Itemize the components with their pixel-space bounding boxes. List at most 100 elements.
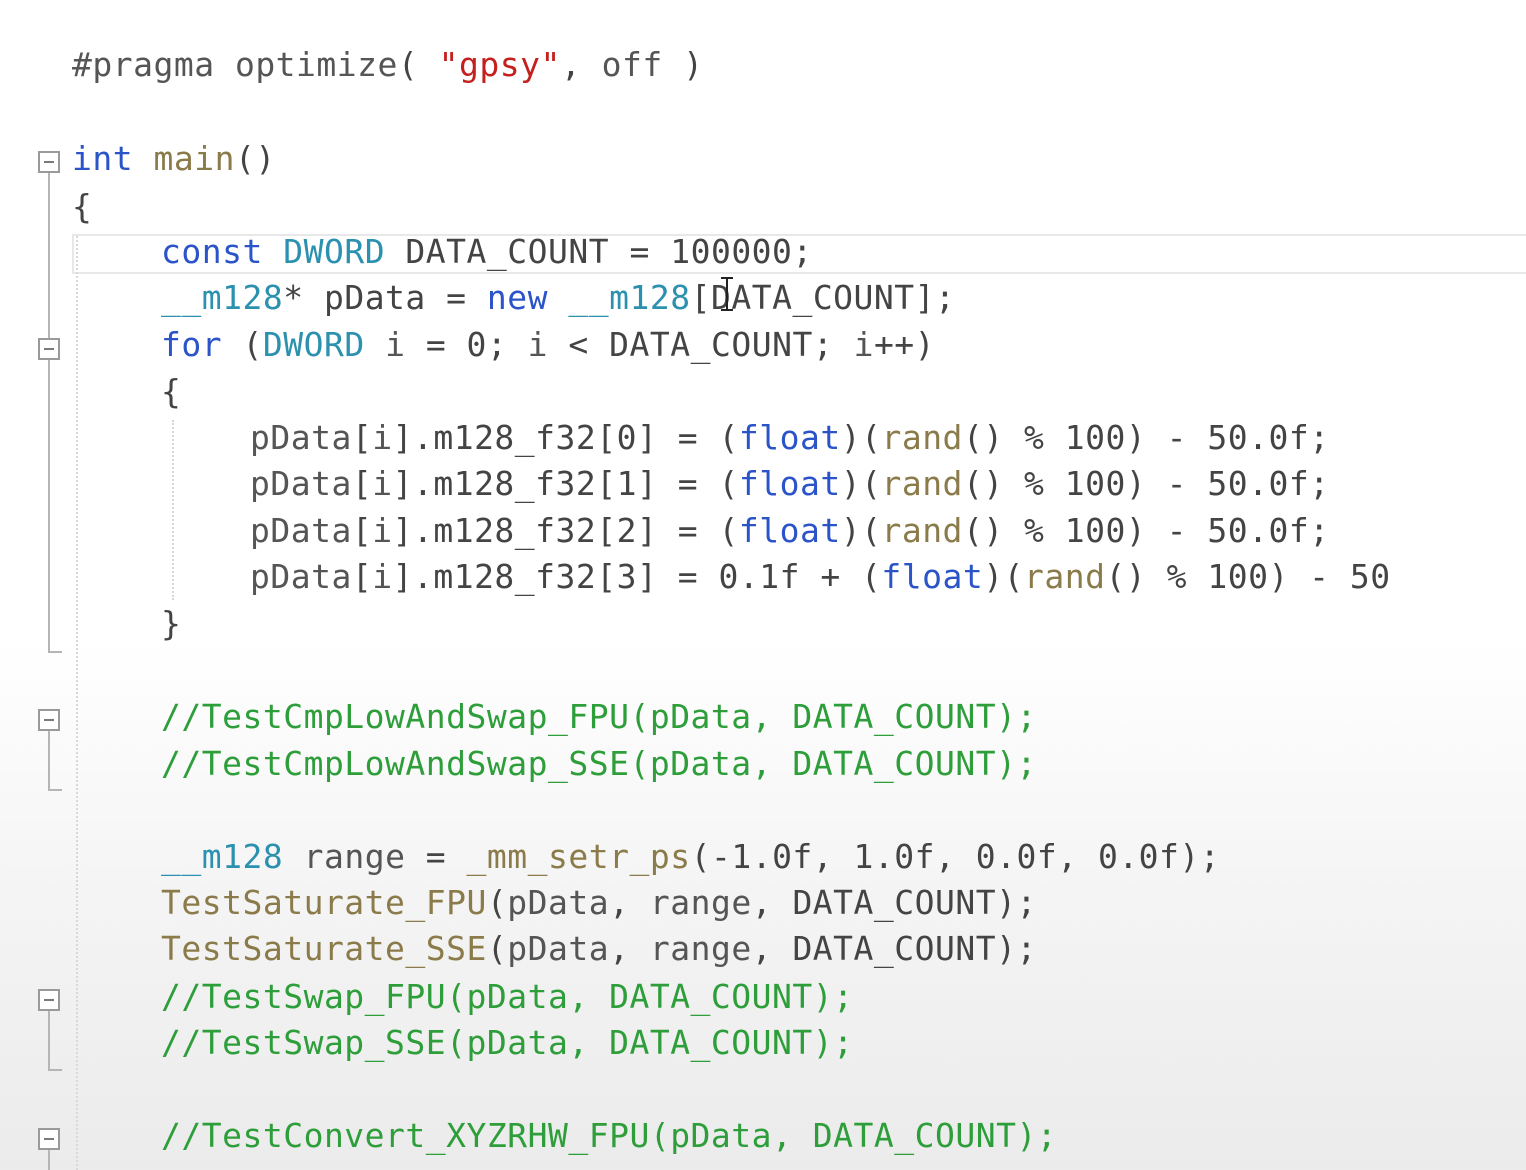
code-token: ,: [560, 45, 602, 84]
code-token: range: [649, 883, 752, 922]
code-token: , DATA_COUNT);: [751, 929, 1037, 968]
code-token: float: [738, 511, 841, 550]
code-token: (: [486, 883, 508, 922]
code-token: TestSaturate_FPU: [161, 883, 487, 922]
fold-end-comment-block-2: [48, 1069, 62, 1071]
code-token: range: [649, 929, 752, 968]
code-token: ,: [609, 883, 650, 922]
fold-toggle-comment-block-1-icon[interactable]: [38, 709, 60, 731]
code-token: (): [234, 139, 276, 178]
fold-range-comment-block-3: [48, 1150, 50, 1170]
code-line-pragma[interactable]: #pragma optimize( "gpsy", off ): [72, 42, 703, 88]
code-token: (: [397, 45, 439, 84]
code-token: i: [853, 325, 874, 364]
code-token: pData: [250, 464, 352, 503]
code-token: [: [351, 557, 373, 596]
code-token: )(: [983, 557, 1025, 596]
code-token: //TestSwap_FPU(pData, DATA_COUNT);: [161, 977, 854, 1016]
code-token: ].m128_f32[0] = (: [392, 418, 739, 457]
code-token: )(: [840, 511, 882, 550]
code-line-assign-f32-2[interactable]: pData[i].m128_f32[2] = (float)(rand() % …: [250, 508, 1330, 554]
code-line-comment-swap-sse[interactable]: //TestSwap_SSE(pData, DATA_COUNT);: [161, 1020, 854, 1066]
fold-toggle-comment-block-3-icon[interactable]: [38, 1128, 60, 1150]
code-editor[interactable]: #pragma optimize( "gpsy", off ) int main…: [0, 0, 1526, 1170]
code-token: pData: [250, 557, 352, 596]
code-token: __m128: [161, 278, 284, 317]
code-token: i: [372, 464, 393, 503]
code-token: rand: [881, 511, 963, 550]
code-token: {: [161, 372, 182, 411]
code-line-comment-cmp-fpu[interactable]: //TestCmpLowAndSwap_FPU(pData, DATA_COUN…: [161, 694, 1037, 740]
code-token: for: [161, 325, 223, 364]
code-token: = 0;: [405, 325, 528, 364]
code-token: "gpsy": [438, 45, 561, 84]
code-token: main: [153, 139, 235, 178]
code-line-for-loop[interactable]: for (DWORD i = 0; i < DATA_COUNT; i++): [161, 322, 935, 368]
code-line-comment-swap-fpu[interactable]: //TestSwap_FPU(pData, DATA_COUNT);: [161, 974, 854, 1020]
code-token: new: [486, 278, 549, 317]
code-line-pdata-alloc[interactable]: __m128* pData = new __m128[DATA_COUNT];: [161, 275, 955, 321]
code-token: pData: [507, 883, 610, 922]
code-line-assign-f32-3[interactable]: pData[i].m128_f32[3] = 0.1f + (float)(ra…: [250, 554, 1391, 600]
code-token: () % 100) - 50.0f;: [962, 464, 1330, 503]
code-token: off: [601, 45, 663, 84]
code-token: pData: [250, 511, 352, 550]
code-token: TestSaturate_SSE: [161, 929, 487, 968]
code-line-saturate-fpu[interactable]: TestSaturate_FPU(pData, range, DATA_COUN…: [161, 880, 1037, 926]
code-token: i: [372, 511, 393, 550]
code-token: range: [303, 837, 406, 876]
code-token: float: [738, 464, 841, 503]
code-token: ): [662, 45, 704, 84]
code-line-range[interactable]: __m128 range = _mm_setr_ps(-1.0f, 1.0f, …: [161, 834, 1220, 880]
code-line-data-count[interactable]: const DWORD DATA_COUNT = 100000;: [161, 229, 813, 275]
code-token: * pData =: [283, 278, 487, 317]
code-token: [: [351, 511, 373, 550]
code-line-main-signature[interactable]: int main(): [72, 136, 276, 182]
code-token: //TestConvert_XYZRHW_FPU(pData, DATA_COU…: [161, 1116, 1058, 1155]
code-line-comment-cmp-sse[interactable]: //TestCmpLowAndSwap_SSE(pData, DATA_COUN…: [161, 741, 1037, 787]
code-line-open-brace[interactable]: {: [72, 184, 92, 230]
code-token: pData: [250, 418, 352, 457]
code-token: (: [486, 929, 508, 968]
code-token: [: [351, 464, 373, 503]
code-token: __m128: [568, 278, 691, 317]
code-token: __m128: [161, 837, 284, 876]
fold-toggle-for-loop-icon[interactable]: [38, 338, 60, 360]
code-token: rand: [881, 464, 963, 503]
code-token: ].m128_f32[1] = (: [392, 464, 739, 503]
code-token: float: [881, 557, 984, 596]
code-token: DWORD: [262, 325, 365, 364]
code-line-assign-f32-1[interactable]: pData[i].m128_f32[1] = (float)(rand() % …: [250, 461, 1330, 507]
code-token: () % 100) - 50.0f;: [962, 511, 1330, 550]
code-token: float: [738, 418, 841, 457]
code-token: (: [222, 325, 263, 364]
fold-end-main: [48, 651, 62, 653]
code-token: ].m128_f32[3] = 0.1f + (: [392, 557, 882, 596]
code-token: pData: [507, 929, 610, 968]
code-token: //TestCmpLowAndSwap_SSE(pData, DATA_COUN…: [161, 744, 1037, 783]
code-line-saturate-sse[interactable]: TestSaturate_SSE(pData, range, DATA_COUN…: [161, 926, 1037, 972]
fold-range-for-loop: [48, 360, 50, 650]
code-token: ,: [609, 929, 650, 968]
code-token: =: [405, 837, 467, 876]
code-token: (-1.0f, 1.0f, 0.0f, 0.0f);: [690, 837, 1221, 876]
code-token: rand: [1024, 557, 1106, 596]
code-token: }: [161, 604, 182, 643]
code-line-comment-convert[interactable]: //TestConvert_XYZRHW_FPU(pData, DATA_COU…: [161, 1113, 1057, 1159]
fold-toggle-comment-block-2-icon[interactable]: [38, 989, 60, 1011]
code-token: //TestCmpLowAndSwap_FPU(pData, DATA_COUN…: [161, 697, 1037, 736]
fold-toggle-main-icon[interactable]: [38, 151, 60, 173]
code-token: DWORD: [283, 232, 386, 271]
code-token: )(: [840, 464, 882, 503]
code-line-loop-open-brace[interactable]: {: [161, 369, 181, 415]
code-line-loop-close-brace[interactable]: }: [161, 601, 181, 647]
code-token: () % 100) - 50: [1105, 557, 1391, 596]
code-token: i: [385, 325, 406, 364]
fold-end-comment-block-1: [48, 789, 62, 791]
code-token: ++): [873, 325, 936, 364]
code-line-assign-f32-0[interactable]: pData[i].m128_f32[0] = (float)(rand() % …: [250, 415, 1330, 461]
